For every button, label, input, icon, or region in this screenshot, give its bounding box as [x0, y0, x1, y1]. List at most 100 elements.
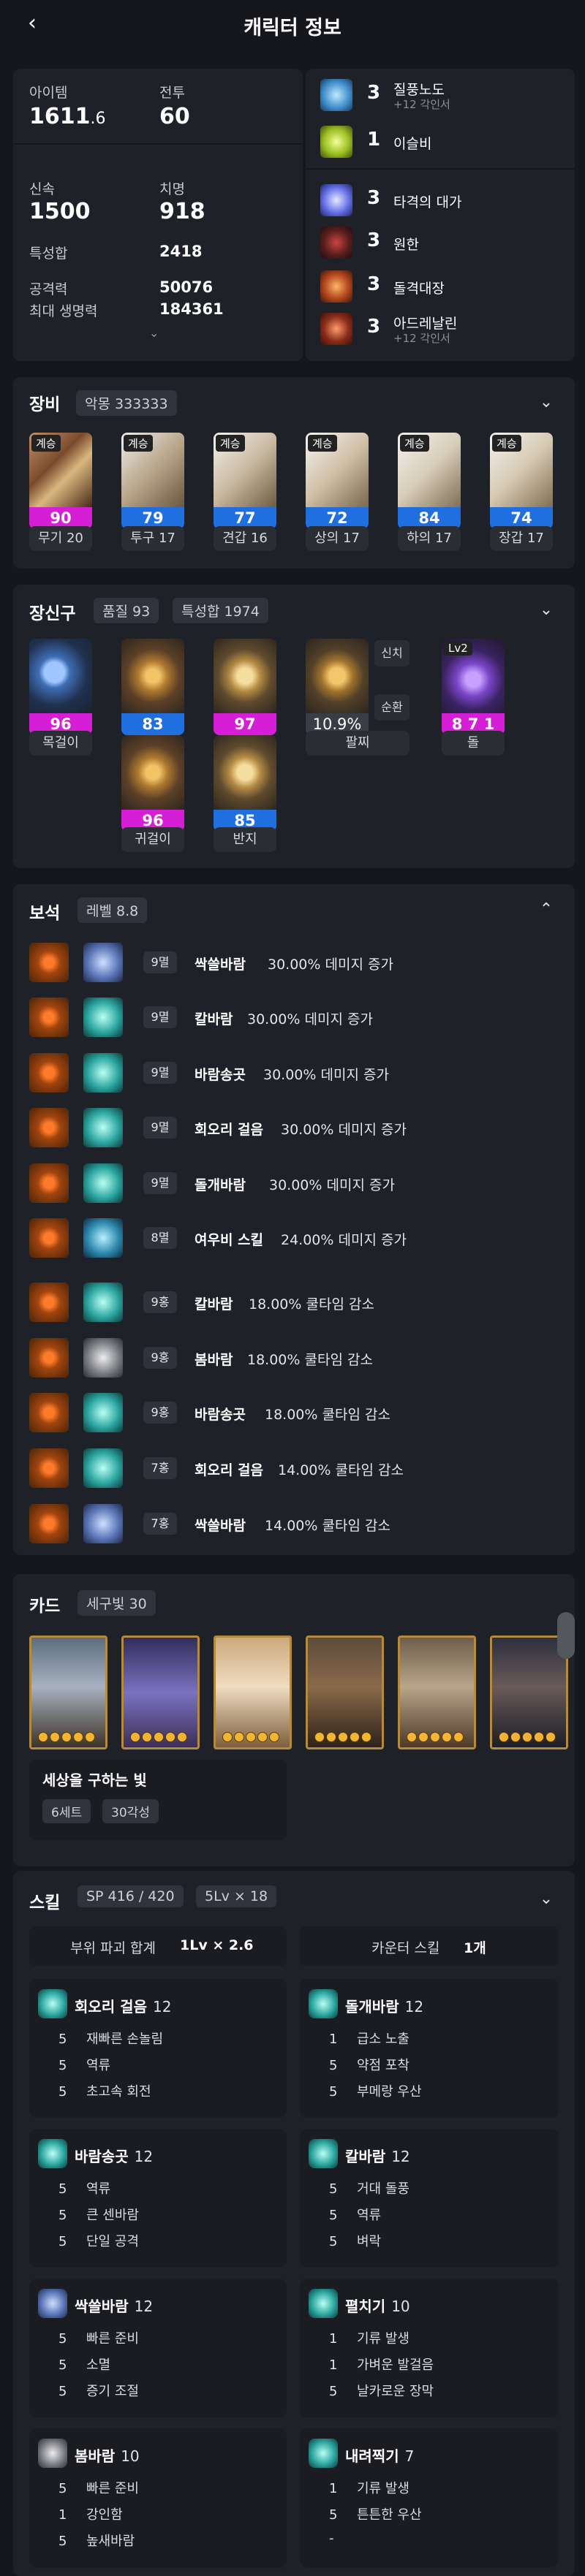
counter-skill-value: 1개 [464, 1940, 486, 1956]
engraving-sub: +12 각인서 [393, 98, 450, 111]
skill-card[interactable]: 내려찍기 7 1 기류 발생 5 튼튼한 우산 - [300, 2428, 559, 2567]
skill-card[interactable]: 칼바람 12 5 거대 돌풍 5 역류 5 벼락 [300, 2129, 559, 2268]
skill-card[interactable]: 회오리 걸음 12 5 재빠른 손놀림 5 역류 5 초고속 회전 [29, 1979, 287, 2118]
skill-icon [38, 2289, 67, 2318]
equipment-item[interactable]: 계승 77 [214, 433, 276, 529]
gem-level: 7홍 [143, 1513, 177, 1535]
scroll-handle[interactable] [557, 1612, 575, 1659]
skill-card[interactable]: 봄바람 10 5 빠른 준비 1 강인함 5 높새바람 [29, 2428, 287, 2567]
card-image[interactable] [490, 1635, 568, 1749]
stone-icon: Lv2 [442, 639, 505, 713]
equipment-tag: 계승 [308, 435, 337, 452]
gem-effect: 14.00% 쿨타임 감소 [265, 1518, 390, 1534]
gem-icon [29, 1338, 69, 1378]
card-awaken-gems [314, 1732, 371, 1744]
cards-badge: 세구빛 30 [78, 1590, 156, 1616]
gem-effect: 18.00% 쿨타임 감소 [247, 1352, 373, 1368]
gem-icon [29, 1108, 69, 1147]
app-header: ‹ 캐릭터 정보 [0, 0, 585, 48]
swift-label: 신속 [29, 181, 55, 197]
earring-3-item[interactable]: 96 [121, 735, 184, 832]
special-sum-value: 2418 [159, 243, 203, 260]
gem-effect: 30.00% 데미지 증가 [281, 1122, 407, 1138]
battle-level-value: 60 [159, 104, 190, 129]
skill-card[interactable]: 펼치기 10 1 기류 발생 1 가벼운 발걸음 5 날카로운 장막 [300, 2279, 559, 2417]
equipment-item[interactable]: 계승 84 [398, 433, 461, 529]
skills-chevron-down-icon[interactable]: ⌄ [535, 1888, 557, 1910]
skill-tripod: 5 역류 [58, 2058, 111, 2073]
gem-skill-name: 싹쓸바람 [195, 957, 246, 973]
card-image[interactable] [398, 1635, 476, 1749]
engraving-name: 아드레날린 [393, 316, 458, 332]
gems-chevron-up-icon[interactable]: ⌃ [535, 899, 557, 921]
cards-title: 카드 [29, 1597, 61, 1616]
skill-card[interactable]: 바람송곳 12 5 역류 5 큰 센바람 5 단일 공격 [29, 2129, 287, 2268]
skill-icon [38, 2139, 67, 2168]
skill-tripod: 5 빠른 준비 [58, 2481, 139, 2496]
gem-skill-icon [83, 1163, 123, 1203]
stone-item[interactable]: Lv2 8 7 1 [442, 639, 505, 735]
gem-skill-icon [83, 1504, 123, 1543]
accessories-title: 장신구 [29, 604, 76, 623]
card-image[interactable] [29, 1635, 107, 1749]
skill-tripod: 5 초고속 회전 [58, 2084, 151, 2100]
equipment-item[interactable]: 계승 90 [29, 433, 92, 529]
hp-label: 최대 생명력 [29, 303, 98, 319]
expand-stats-chevron-icon[interactable]: ⌄ [149, 326, 159, 340]
earring-icon [214, 639, 276, 713]
card-image[interactable] [214, 1635, 292, 1749]
equipment-icon: 계승 [214, 433, 276, 507]
engraving-name: 돌격대장 [393, 281, 445, 297]
gem-icon [29, 1448, 69, 1488]
gem-icon [29, 1504, 69, 1543]
engraving-sub: +12 각인서 [393, 332, 450, 345]
card-image[interactable] [306, 1635, 384, 1749]
skill-card[interactable]: 돌개바람 12 1 급소 노출 5 약점 포착 5 부메랑 우산 [300, 1979, 559, 2118]
gem-level: 9홍 [143, 1291, 177, 1313]
equipment-chevron-down-icon[interactable]: ⌄ [535, 392, 557, 414]
equipment-label: 장갑 17 [490, 526, 553, 551]
equipment-item[interactable]: 계승 79 [121, 433, 184, 529]
gem-skill-icon [83, 1393, 123, 1432]
skill-tripod: 1 가벼운 발걸음 [329, 2357, 434, 2373]
skill-tripod: - [329, 2531, 334, 2546]
gem-level: 9멸 [143, 951, 177, 973]
earring-icon [121, 639, 184, 713]
skill-tripod: 5 재빠른 손놀림 [58, 2032, 164, 2047]
card-awaken-gems [130, 1732, 187, 1744]
equipment-item[interactable]: 계승 74 [490, 433, 553, 529]
equipment-icon: 계승 [398, 433, 461, 507]
earring-icon [121, 735, 184, 810]
equipment-tag: 계승 [124, 435, 153, 452]
gem-skill-name: 여우비 스킬 [195, 1232, 264, 1248]
gem-level: 9멸 [143, 1172, 177, 1194]
crit-label: 치명 [159, 181, 185, 197]
card-awaken: 30각성 [102, 1799, 159, 1823]
accessories-chevron-down-icon[interactable]: ⌄ [535, 599, 557, 621]
skill-name: 칼바람 12 [345, 2148, 410, 2165]
gem-skill-name: 바람송곳 [195, 1407, 246, 1423]
gem-skill-name: 돌개바람 [195, 1177, 246, 1193]
skill-tripod: 5 부메랑 우산 [329, 2084, 422, 2100]
gems-badge: 레벨 8.8 [78, 897, 148, 923]
earring-1-item[interactable]: 83 [121, 639, 184, 735]
engraving-name: 질풍노도 [393, 82, 445, 98]
bracelet-item[interactable]: 10.9% [306, 639, 369, 735]
skill-name: 회오리 걸음 12 [75, 1998, 172, 2015]
skill-card[interactable]: 싹쓸바람 12 5 빠른 준비 5 소멸 5 증기 조절 [29, 2279, 287, 2417]
equipment-icon: 계승 [29, 433, 92, 507]
necklace-icon [29, 639, 92, 713]
earring-2-item[interactable]: 97 [214, 639, 276, 735]
card-image[interactable] [121, 1635, 200, 1749]
gem-skill-name: 싹쓸바람 [195, 1518, 246, 1534]
equipment-label: 하의 17 [398, 526, 461, 551]
bracelet-tag-1: 신치 [374, 640, 410, 666]
gem-level: 8멸 [143, 1227, 177, 1249]
skill-tripod: 1 기류 발생 [329, 2481, 410, 2496]
attack-label: 공격력 [29, 281, 68, 297]
equipment-item[interactable]: 계승 72 [306, 433, 369, 529]
skills-lv: 5Lv × 18 [196, 1885, 277, 1907]
ring-item[interactable]: 85 [214, 735, 276, 832]
gem-skill-name: 회오리 걸음 [195, 1462, 264, 1478]
necklace-item[interactable]: 96 [29, 639, 92, 735]
